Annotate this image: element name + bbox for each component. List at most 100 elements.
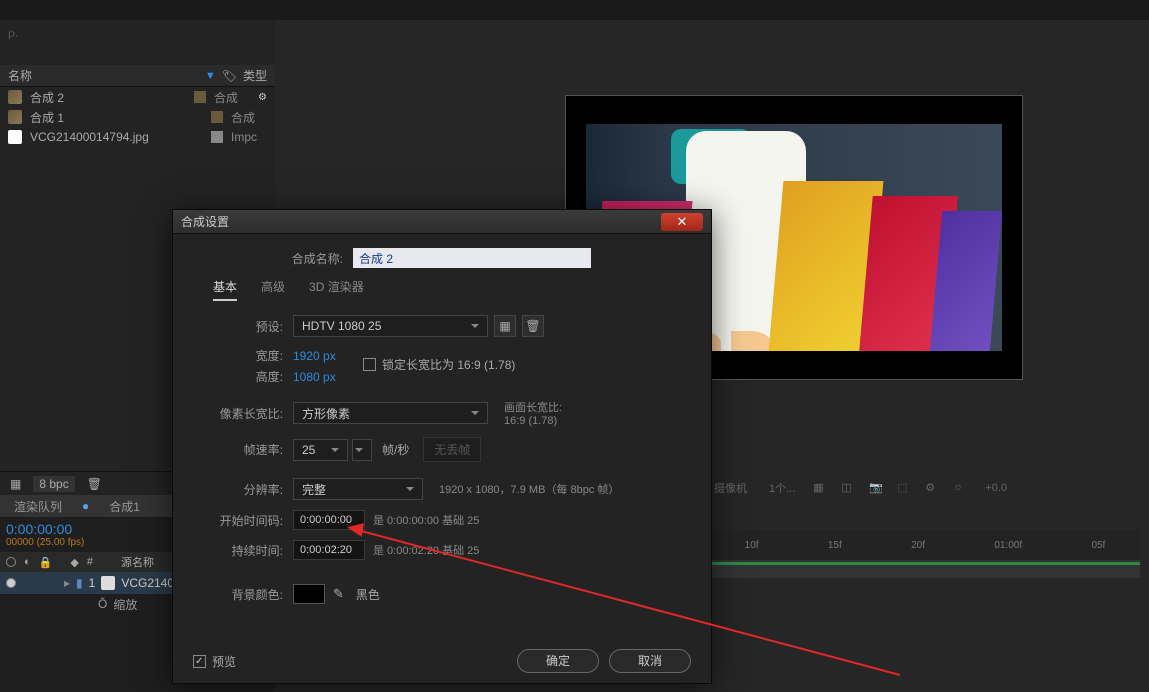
comp-name-input[interactable] [353, 248, 591, 268]
column-name[interactable]: 名称 [8, 67, 205, 84]
project-columns-header: 名称 ▼ 🏷 类型 [0, 65, 275, 87]
stopwatch-icon[interactable]: Ŏ [98, 597, 107, 611]
layer-thumb-icon [101, 576, 115, 590]
fps-label: 帧速率: [193, 441, 293, 458]
tab-basic[interactable]: 基本 [213, 278, 237, 301]
bpc-badge[interactable]: 8 bpc [33, 476, 74, 492]
ok-button[interactable]: 确定 [517, 649, 599, 673]
asset-name: VCG21400014794.jpg [30, 130, 149, 144]
layer-name: VCG2140 [121, 576, 174, 590]
camera-dropdown[interactable]: 摄像机 [710, 479, 751, 497]
save-preset-button[interactable]: ▦ [494, 315, 516, 337]
flowchart-icon[interactable]: ⚙ [258, 92, 267, 103]
type-swatch-icon [211, 131, 223, 143]
frame-aspect-label: 画面长宽比: [504, 399, 562, 415]
fps-select[interactable]: 25 [293, 439, 348, 461]
bgcolor-label: 背景颜色: [193, 586, 293, 603]
layer-bar[interactable] [710, 562, 1140, 565]
frame-aspect-value: 16:9 (1.78) [504, 415, 562, 427]
project-search[interactable]: ρ. [0, 20, 275, 65]
image-icon [8, 130, 22, 144]
lock-aspect-checkbox[interactable] [363, 358, 376, 371]
tab-indicator-icon: ● [82, 499, 89, 513]
tab-advanced[interactable]: 高级 [261, 278, 285, 301]
par-label: 像素长宽比: [193, 405, 293, 422]
ruler-tick: 20f [911, 540, 925, 551]
eye-column-icon[interactable] [6, 557, 16, 567]
asset-type: Impc [231, 130, 267, 144]
region-icon[interactable]: ⬚ [897, 481, 911, 495]
timeline-track[interactable] [710, 560, 1140, 578]
interpret-icon[interactable]: ▦ [10, 477, 21, 491]
delete-preset-button[interactable]: 🗑 [522, 315, 544, 337]
cancel-button[interactable]: 取消 [609, 649, 691, 673]
bgcolor-swatch[interactable] [293, 584, 325, 604]
close-button[interactable]: ✕ [661, 213, 703, 231]
ruler-tick: 05f [1091, 540, 1105, 551]
tab-3d-renderer[interactable]: 3D 渲染器 [309, 278, 364, 301]
preset-select[interactable]: HDTV 1080 25 [293, 315, 488, 337]
toggle-mask-icon[interactable]: ◫ [841, 481, 855, 495]
par-select[interactable]: 方形像素 [293, 402, 488, 424]
project-item[interactable]: 合成 1 合成 [0, 107, 275, 127]
comp-icon [8, 90, 22, 104]
snapshot-icon[interactable]: 📷 [869, 481, 883, 495]
resolution-info: 1920 x 1080，7.9 MB（每 8bpc 帧） [439, 481, 619, 497]
lock-aspect-label: 锁定长宽比为 16:9 (1.78) [382, 356, 515, 373]
height-label: 高度: [193, 368, 293, 385]
asset-type: 合成 [214, 89, 250, 106]
transform-property[interactable]: 缩放 [113, 596, 137, 613]
timecode-sub: 00000 (25.00 fps) [6, 537, 84, 548]
preview-label: 预览 [212, 653, 236, 670]
index-column: # [87, 556, 93, 568]
lock-column-icon[interactable]: 🔒 [39, 556, 53, 569]
solo-column-icon[interactable]: ◐ [24, 556, 31, 568]
dialog-title: 合成设置 [181, 213, 229, 230]
start-timecode-label: 开始时间码: [193, 512, 293, 529]
comp-icon [8, 110, 22, 124]
resolution-select[interactable]: 完整 [293, 478, 423, 500]
eye-icon[interactable] [6, 578, 16, 588]
height-value[interactable]: 1080 px [293, 370, 336, 384]
column-type[interactable]: 类型 [243, 67, 267, 84]
toggle-transparency-icon[interactable]: ▦ [813, 481, 827, 495]
exposure-icon[interactable]: ☼ [953, 481, 967, 495]
width-value[interactable]: 1920 px [293, 349, 336, 363]
layer-index: 1 [89, 576, 96, 590]
project-item[interactable]: 合成 2 合成 ⚙ [0, 87, 275, 107]
viewer-toolbar: 摄像机 1个... ▦ ◫ 📷 ⬚ ⚙ ☼ +0.0 [710, 477, 1140, 499]
ruler-tick: 01:00f [994, 540, 1022, 551]
asset-name: 合成 2 [30, 89, 64, 106]
comp-tab[interactable]: 合成1 [109, 498, 140, 515]
duration-base-text: 是 0:00:02:20 基础 25 [373, 542, 479, 558]
views-dropdown[interactable]: 1个... [765, 479, 799, 497]
exposure-value[interactable]: +0.0 [981, 481, 1011, 495]
preview-checkbox[interactable] [193, 655, 206, 668]
timeline-ruler[interactable]: 10f 15f 20f 01:00f 05f [710, 530, 1140, 560]
asset-name: 合成 1 [30, 109, 64, 126]
tag-icon[interactable]: 🏷 [222, 69, 237, 83]
ruler-tick: 15f [828, 540, 842, 551]
duration-label: 持续时间: [193, 542, 293, 559]
eyedropper-icon[interactable]: ✎ [333, 586, 344, 602]
type-swatch-icon [211, 111, 223, 123]
source-column: 源名称 [121, 554, 154, 570]
current-timecode[interactable]: 0:00:00:00 [6, 521, 84, 537]
label-column-icon[interactable]: ◆ [70, 556, 78, 569]
render-queue-tab[interactable]: 渲染队列 [14, 498, 62, 515]
bgcolor-name: 黑色 [356, 586, 380, 603]
dropframe-select[interactable]: 无丢帧 [423, 437, 481, 462]
flow-icon[interactable]: ⚙ [925, 481, 939, 495]
project-item[interactable]: VCG21400014794.jpg Impc [0, 127, 275, 147]
trash-icon[interactable]: 🗑 [87, 477, 102, 491]
width-label: 宽度: [193, 347, 293, 364]
type-swatch-icon [194, 91, 206, 103]
sort-arrow-icon[interactable]: ▼ [205, 70, 216, 82]
preset-label: 预设: [193, 318, 293, 335]
start-base-text: 是 0:00:00:00 基础 25 [373, 512, 479, 528]
fps-dropdown-button[interactable] [352, 439, 372, 461]
app-topbar [0, 0, 1149, 20]
resolution-label: 分辨率: [193, 481, 293, 498]
composition-settings-dialog: 合成设置 ✕ 合成名称: 基本 高级 3D 渲染器 预设: HDTV 1080 … [172, 209, 712, 684]
duration-input[interactable] [293, 540, 365, 560]
